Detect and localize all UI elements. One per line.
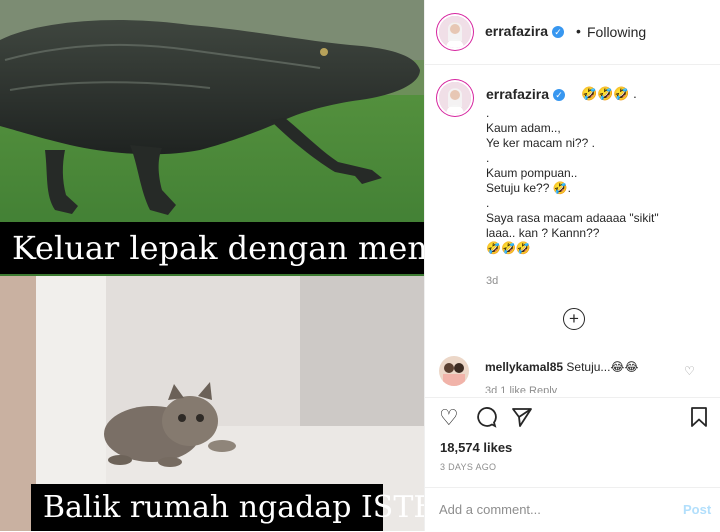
caption-bottom: Balik rumah ngadap ISTERI (31, 484, 424, 531)
comment: mellykamal85 Setuju...😂😂 (485, 360, 638, 374)
commenter-avatar[interactable] (439, 356, 469, 386)
commenter-username[interactable]: mellykamal85 (485, 360, 563, 374)
caption-line: Setuju ke?? 🤣. (486, 181, 571, 195)
comment-icon[interactable] (475, 406, 497, 433)
caption-time[interactable]: 3d (486, 275, 498, 287)
caption-head-emoji: 🤣🤣🤣 . (581, 86, 637, 101)
caption-username[interactable]: errafazira ✓ (486, 86, 566, 102)
caption-line: Kaum pompuan.. (486, 166, 578, 180)
post-media[interactable]: Keluar lepak dengan member (0, 0, 424, 531)
add-comment-input[interactable]: Add a comment... (439, 502, 541, 517)
verified-badge-icon: ✓ (553, 89, 566, 101)
caption-author-avatar[interactable] (439, 82, 471, 114)
caption-line: Ye ker macam ni?? . (486, 136, 595, 150)
author-username[interactable]: errafazira ✓ (485, 23, 565, 39)
share-icon[interactable] (511, 406, 533, 433)
caption-line: . (486, 196, 490, 210)
post-date: 3 DAYS AGO (440, 462, 497, 472)
caption-username-text[interactable]: errafazira (486, 86, 549, 102)
heart-icon[interactable]: ♡ (439, 406, 459, 430)
caption-line: Saya rasa macam adaaaa "sikit" (486, 211, 659, 225)
post-header: errafazira ✓ • Following (425, 0, 720, 65)
post-comment-button[interactable]: Post (683, 502, 711, 517)
caption-line: Kaum adam.., (486, 121, 561, 135)
caption-line: 🤣🤣🤣 (486, 241, 531, 255)
author-avatar[interactable] (439, 16, 471, 48)
caption-line: . (486, 151, 490, 165)
add-comment-row: Add a comment... Post (425, 487, 720, 532)
author-username-text[interactable]: errafazira (485, 23, 548, 39)
comment-text: Setuju...😂😂 (566, 360, 639, 374)
instagram-post-view: Keluar lepak dengan member (0, 0, 720, 531)
comment-like-heart-icon[interactable]: ♡ (684, 364, 695, 378)
post-sidebar: errafazira ✓ • Following errafazira ✓ 🤣🤣🤣 … (424, 0, 720, 531)
verified-badge-icon: ✓ (552, 26, 565, 38)
comment-meta: 3d 1 like Reply (485, 385, 558, 393)
following-button[interactable]: Following (587, 24, 646, 40)
post-caption-text: . Kaum adam.., Ye ker macam ni?? . . Kau… (486, 106, 711, 256)
likes-count[interactable]: 18,574 likes (440, 440, 512, 455)
load-more-icon[interactable]: + (563, 308, 585, 330)
caption-line: laaa.. kan ? Kannn?? (486, 226, 600, 240)
caption-top: Keluar lepak dengan member (0, 222, 424, 274)
header-separator: • (576, 23, 581, 39)
caption-line: . (486, 106, 490, 120)
bookmark-icon[interactable] (689, 406, 709, 433)
